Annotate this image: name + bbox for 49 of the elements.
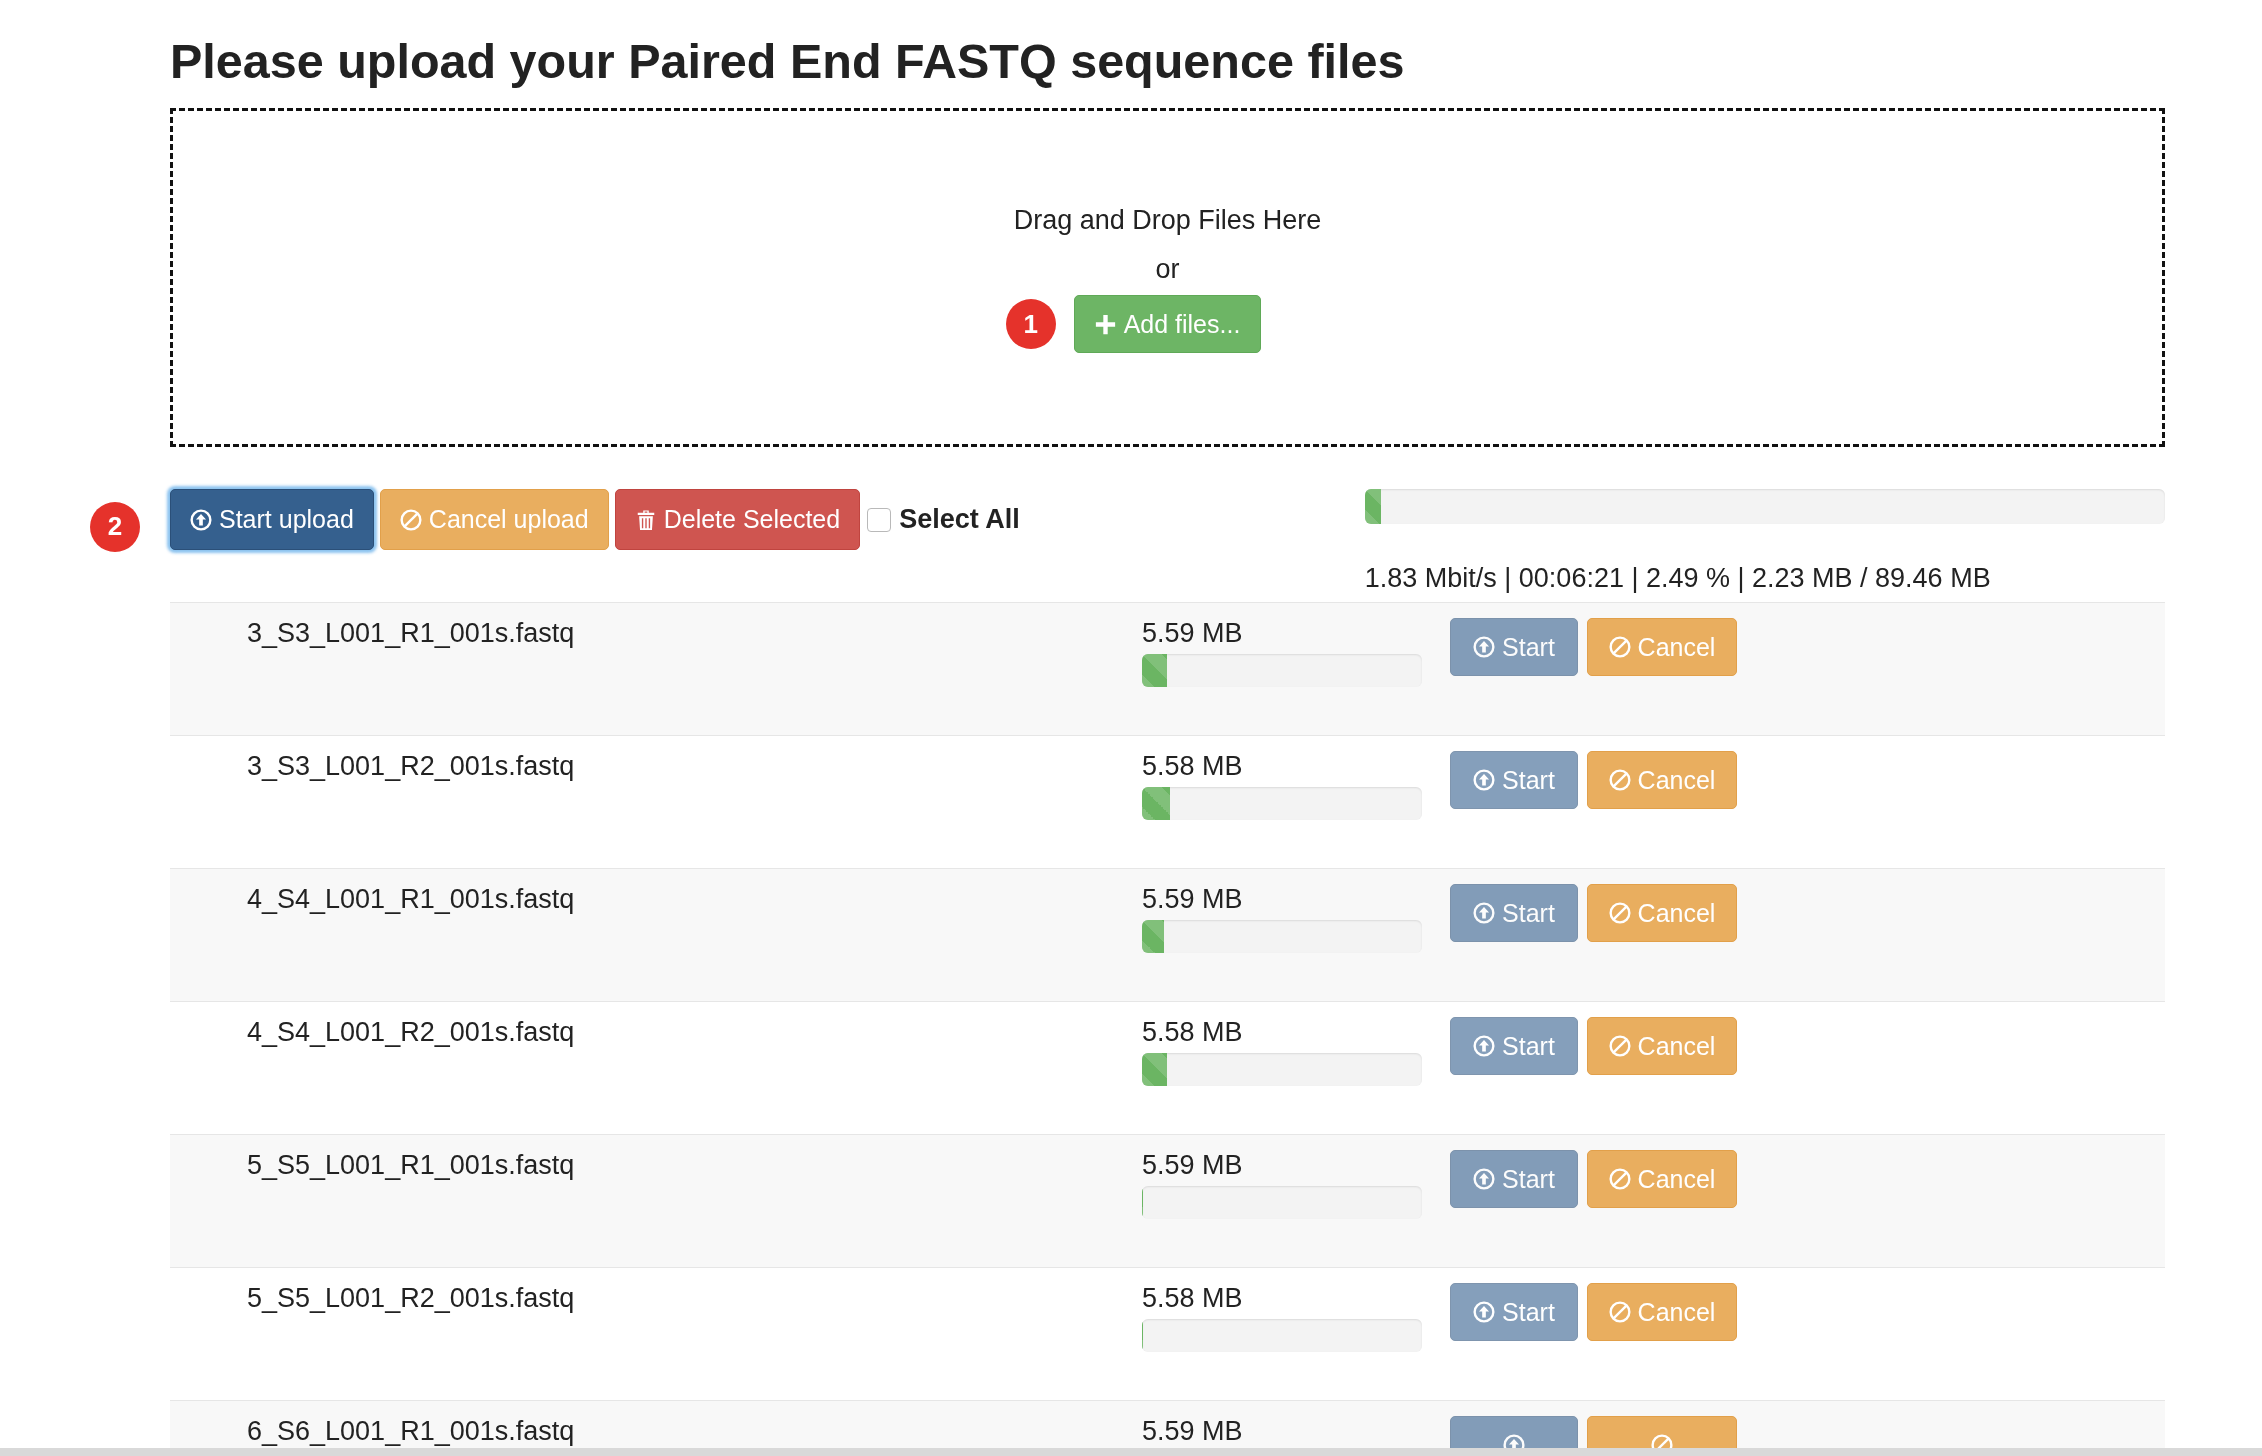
drop-prompt: Drag and Drop Files Here — [1013, 204, 1322, 237]
step-badge: 1 — [1005, 299, 1056, 349]
ban-icon — [1608, 1301, 1631, 1323]
file-name: 5_S5_L001_R2_001s.fastq — [247, 1282, 576, 1315]
file-name: 6_S6_L001_R1_001s.fastq — [247, 1415, 576, 1448]
file-name: 4_S4_L001_R2_001s.fastq — [247, 1016, 576, 1049]
upload-stats: 1.83 Mbit/s | 00:06:21 | 2.49 % | 2.23 MB / 89.46 MB — [1364, 562, 1992, 595]
ban-icon — [1608, 1035, 1631, 1057]
file-name: 5_S5_L001_R1_001s.fastq — [247, 1149, 576, 1182]
cancel-button[interactable]: Cancel — [1587, 1150, 1737, 1208]
file-name: 4_S4_L001_R1_001s.fastq — [247, 883, 576, 916]
file-size: 5.59 MB — [1142, 1149, 1243, 1182]
step-badge: 2 — [90, 501, 140, 552]
file-name: 3_S3_L001_R2_001s.fastq — [247, 750, 576, 783]
drop-zone[interactable]: Drag and Drop Files Here or 1 Add files... — [170, 108, 2165, 447]
scrollbar[interactable] — [0, 1448, 2262, 1456]
add-files-button[interactable]: Add files... — [1073, 295, 1262, 353]
ban-icon — [1608, 1168, 1631, 1190]
ban-icon — [1608, 636, 1631, 658]
file-size: 5.58 MB — [1142, 750, 1243, 783]
cancel-button[interactable]: Cancel — [1587, 618, 1737, 676]
ban-icon — [1608, 769, 1631, 791]
select-all-checkbox[interactable] — [867, 507, 892, 532]
ban-icon — [1608, 902, 1631, 924]
circle-arrow-up-icon — [1473, 636, 1496, 658]
circle-arrow-up-icon — [1473, 1168, 1496, 1190]
page-title: Please upload your Paired End FASTQ sequence files — [170, 34, 1406, 88]
cancel-button[interactable]: Cancel — [1587, 884, 1737, 942]
file-size: 5.59 MB — [1142, 617, 1243, 650]
circle-arrow-up-icon — [1473, 1301, 1496, 1323]
delete-selected-button[interactable]: Delete Selected — [614, 489, 861, 550]
file-size: 5.58 MB — [1142, 1282, 1243, 1315]
cancel-upload-button[interactable]: Cancel upload — [379, 489, 609, 550]
file-name: 3_S3_L001_R1_001s.fastq — [247, 617, 576, 650]
or-separator: or — [1155, 253, 1180, 286]
circle-arrow-up-icon — [190, 508, 212, 531]
cancel-button[interactable]: Cancel — [1587, 1017, 1737, 1075]
circle-arrow-up-icon — [1473, 1035, 1496, 1057]
ban-icon — [399, 508, 422, 531]
cancel-button[interactable]: Cancel — [1587, 751, 1737, 809]
file-size: 5.59 MB — [1142, 883, 1243, 916]
file-size: 5.59 MB — [1142, 1415, 1243, 1448]
start-upload-button[interactable]: Start upload — [170, 489, 374, 550]
circle-arrow-up-icon — [1473, 902, 1496, 924]
select-all-label[interactable]: Select All — [899, 504, 1020, 535]
circle-arrow-up-icon — [1473, 769, 1496, 791]
file-size: 5.58 MB — [1142, 1016, 1243, 1049]
cancel-button[interactable]: Cancel — [1587, 1283, 1737, 1341]
plus-icon — [1094, 313, 1116, 335]
